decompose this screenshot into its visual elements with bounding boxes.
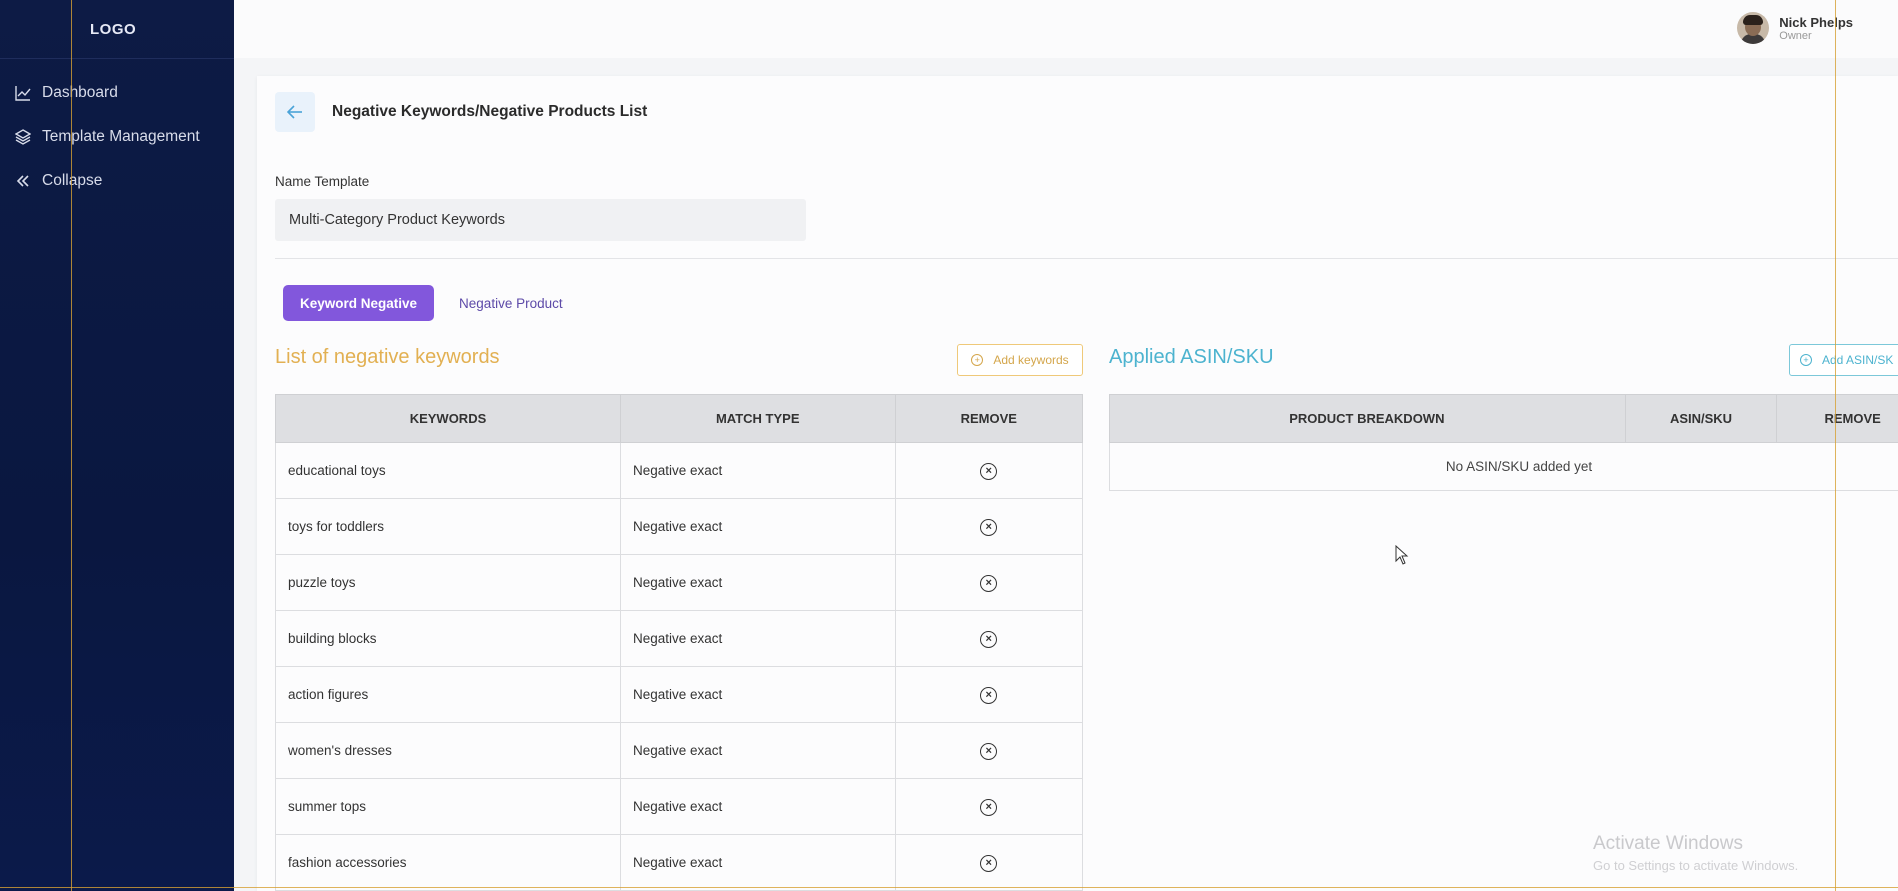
keyword-cell: toys for toddlers bbox=[275, 498, 621, 555]
double-chevron-left-icon bbox=[14, 172, 32, 190]
remove-icon[interactable]: × bbox=[980, 686, 998, 704]
page-title: Negative Keywords/Negative Products List bbox=[332, 103, 648, 120]
table-header-row: KEYWORDS MATCH TYPE REMOVE bbox=[275, 394, 1084, 443]
add-asin-button[interactable]: + Add ASIN/SK bbox=[1789, 344, 1898, 376]
table-header-row: PRODUCT BREAKDOWN ASIN/SKU REMOVE bbox=[1109, 394, 1898, 443]
remove-cell: × bbox=[894, 834, 1084, 891]
remove-cell: × bbox=[894, 666, 1084, 723]
keywords-table: KEYWORDS MATCH TYPE REMOVE educational t… bbox=[275, 394, 1084, 891]
sidebar-item-collapse[interactable]: Collapse bbox=[0, 159, 234, 203]
column-header: MATCH TYPE bbox=[619, 394, 896, 443]
match-type-cell: Negative exact bbox=[619, 722, 896, 779]
asin-section-title: Applied ASIN/SKU bbox=[1109, 346, 1274, 368]
guide-line bbox=[0, 887, 1898, 888]
activate-windows-subtitle: Go to Settings to activate Windows. bbox=[1593, 858, 1799, 873]
match-type-cell: Negative exact bbox=[619, 498, 896, 555]
table-row: No ASIN/SKU added yet bbox=[1109, 442, 1898, 491]
remove-icon[interactable]: × bbox=[980, 854, 998, 872]
mouse-cursor-icon bbox=[1395, 545, 1409, 565]
table-row: puzzle toys Negative exact × bbox=[275, 554, 1084, 611]
table-row: educational toys Negative exact × bbox=[275, 442, 1084, 499]
keyword-cell: women's dresses bbox=[275, 722, 621, 779]
match-type-cell: Negative exact bbox=[619, 666, 896, 723]
tab-keyword-negative[interactable]: Keyword Negative bbox=[283, 285, 435, 321]
remove-icon[interactable]: × bbox=[980, 630, 998, 648]
remove-icon[interactable]: × bbox=[980, 518, 998, 536]
keyword-cell: summer tops bbox=[275, 778, 621, 835]
remove-cell: × bbox=[894, 610, 1084, 667]
column-header: PRODUCT BREAKDOWN bbox=[1109, 394, 1626, 443]
activate-windows-title: Activate Windows bbox=[1593, 833, 1743, 854]
sidebar: LOGO Dashboard Template Management Colla… bbox=[0, 0, 234, 891]
remove-icon[interactable]: × bbox=[980, 574, 998, 592]
guide-line bbox=[71, 0, 72, 891]
tabs: Keyword Negative Negative Product bbox=[283, 285, 563, 321]
add-keywords-label: Add keywords bbox=[993, 353, 1069, 367]
column-header: ASIN/SKU bbox=[1624, 394, 1778, 443]
column-header: REMOVE bbox=[894, 394, 1084, 443]
match-type-cell: Negative exact bbox=[619, 778, 896, 835]
name-template-input[interactable] bbox=[275, 199, 806, 241]
match-type-cell: Negative exact bbox=[619, 442, 896, 499]
name-template-label: Name Template bbox=[275, 174, 370, 189]
column-header: REMOVE bbox=[1776, 394, 1898, 443]
divider bbox=[275, 258, 1898, 259]
keyword-cell: puzzle toys bbox=[275, 554, 621, 611]
sidebar-item-label: Dashboard bbox=[42, 84, 118, 101]
keyword-cell: fashion accessories bbox=[275, 834, 621, 891]
user-name: Nick Phelps bbox=[1779, 14, 1853, 30]
layers-icon bbox=[14, 128, 32, 146]
logo: LOGO bbox=[0, 0, 234, 59]
keyword-cell: building blocks bbox=[275, 610, 621, 667]
add-asin-label: Add ASIN/SK bbox=[1822, 353, 1894, 367]
remove-icon[interactable]: × bbox=[980, 742, 998, 760]
keyword-cell: action figures bbox=[275, 666, 621, 723]
sidebar-nav: Dashboard Template Management Collapse bbox=[0, 59, 234, 203]
sidebar-item-label: Template Management bbox=[42, 128, 200, 145]
guide-line bbox=[1835, 0, 1836, 891]
match-type-cell: Negative exact bbox=[619, 834, 896, 891]
remove-cell: × bbox=[894, 778, 1084, 835]
table-row: fashion accessories Negative exact × bbox=[275, 834, 1084, 891]
match-type-cell: Negative exact bbox=[619, 610, 896, 667]
remove-cell: × bbox=[894, 442, 1084, 499]
remove-cell: × bbox=[894, 554, 1084, 611]
page-header: Negative Keywords/Negative Products List bbox=[275, 92, 647, 132]
user-role: Owner bbox=[1779, 29, 1812, 42]
plus-circle-icon: + bbox=[971, 354, 984, 366]
asin-table: PRODUCT BREAKDOWN ASIN/SKU REMOVE No ASI… bbox=[1109, 394, 1898, 491]
arrow-left-icon bbox=[287, 105, 302, 119]
column-header: KEYWORDS bbox=[275, 394, 621, 443]
tab-negative-product[interactable]: Negative Product bbox=[459, 296, 563, 311]
avatar bbox=[1737, 12, 1770, 44]
back-button[interactable] bbox=[275, 92, 315, 132]
keyword-cell: educational toys bbox=[275, 442, 621, 499]
remove-cell: × bbox=[894, 498, 1084, 555]
sidebar-item-template-management[interactable]: Template Management bbox=[0, 115, 234, 159]
keywords-section-title: List of negative keywords bbox=[275, 346, 500, 368]
table-row: summer tops Negative exact × bbox=[275, 778, 1084, 835]
user-info: Nick Phelps Owner bbox=[1779, 15, 1853, 42]
remove-cell: × bbox=[894, 722, 1084, 779]
sidebar-item-dashboard[interactable]: Dashboard bbox=[0, 71, 234, 115]
table-row: women's dresses Negative exact × bbox=[275, 722, 1084, 779]
add-keywords-button[interactable]: + Add keywords bbox=[957, 344, 1083, 376]
content-card: Negative Keywords/Negative Products List… bbox=[257, 76, 1898, 891]
table-row: toys for toddlers Negative exact × bbox=[275, 498, 1084, 555]
plus-circle-icon: + bbox=[1800, 354, 1812, 366]
table-row: action figures Negative exact × bbox=[275, 666, 1084, 723]
chart-line-icon bbox=[14, 84, 32, 102]
empty-message: No ASIN/SKU added yet bbox=[1109, 442, 1898, 491]
sidebar-item-label: Collapse bbox=[42, 172, 103, 189]
topbar: Nick Phelps Owner bbox=[234, 0, 1898, 58]
match-type-cell: Negative exact bbox=[619, 554, 896, 611]
remove-icon[interactable]: × bbox=[980, 798, 998, 816]
table-row: building blocks Negative exact × bbox=[275, 610, 1084, 667]
remove-icon[interactable]: × bbox=[980, 462, 998, 480]
